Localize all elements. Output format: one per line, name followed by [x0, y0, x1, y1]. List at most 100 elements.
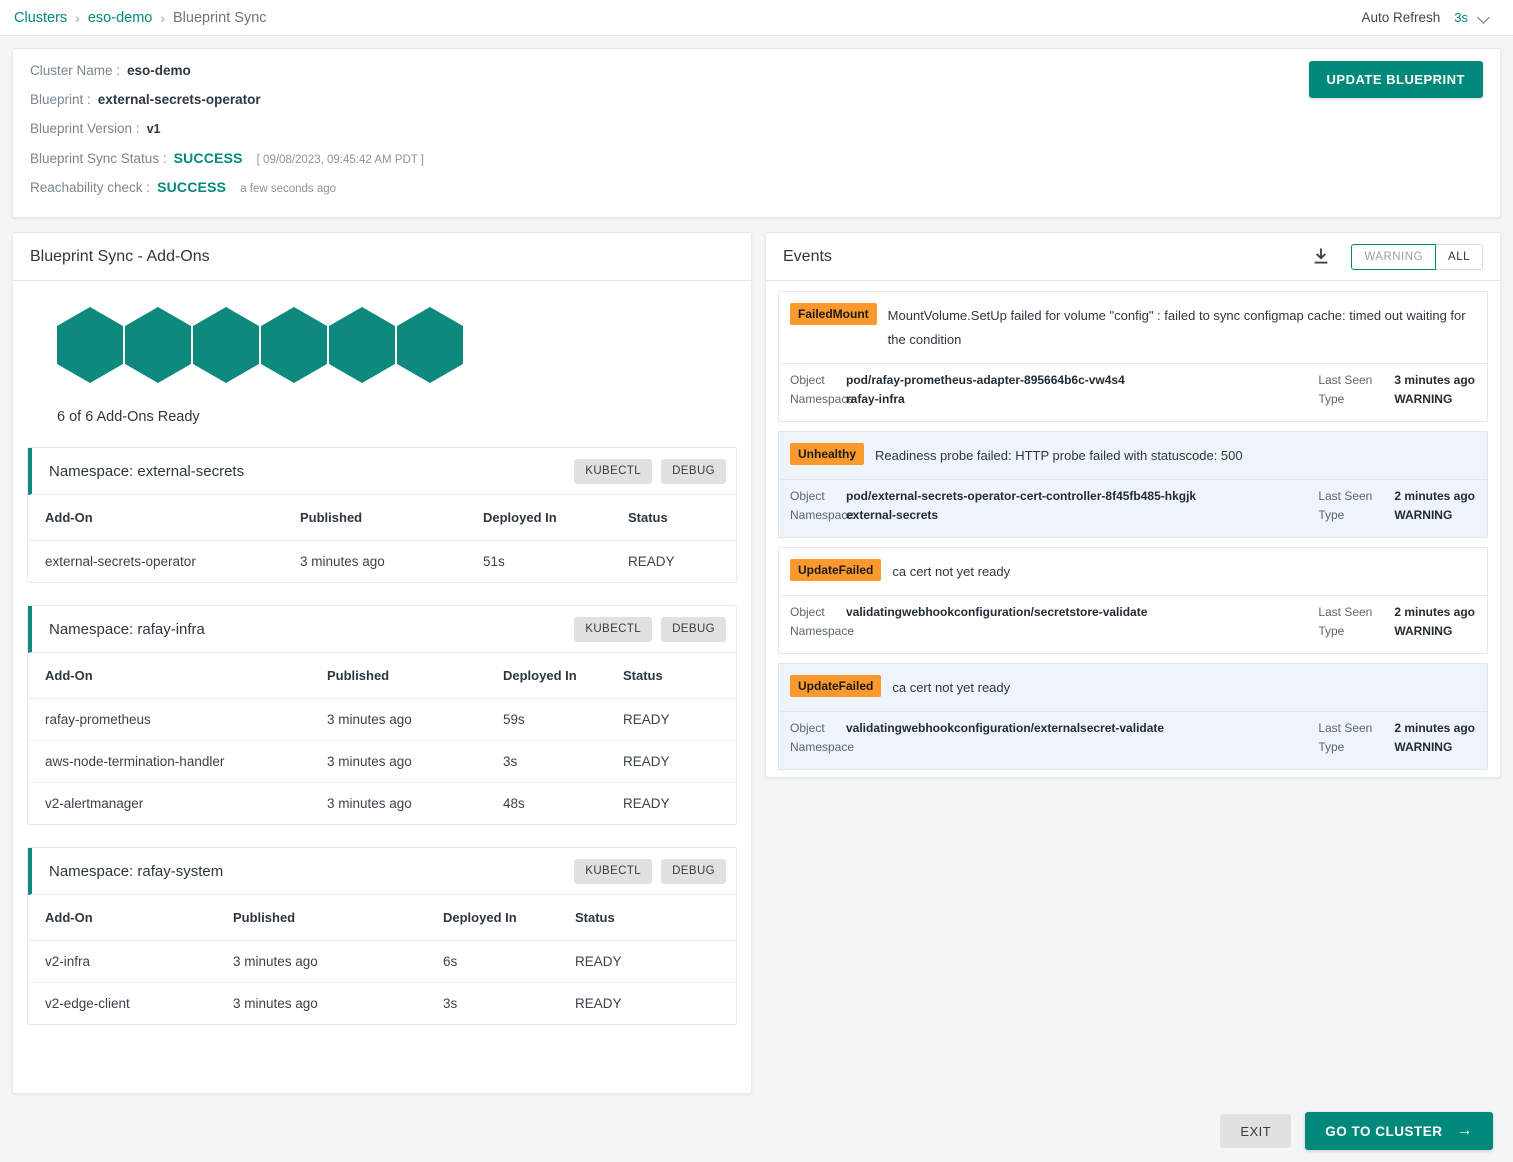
event-object-value: pod/rafay-prometheus-adapter-895664b6c-v…	[846, 373, 1125, 387]
arrow-right-icon: →	[1456, 1122, 1473, 1139]
blueprint-version-value: v1	[146, 122, 161, 136]
namespace-header: Namespace: rafay-infra KUBECTL DEBUG	[28, 606, 736, 653]
cluster-name-row: Cluster Name : eso-demo	[30, 63, 1500, 92]
addon-hexagon	[329, 307, 395, 383]
addons-table: Add-On Published Deployed In Status external…	[28, 495, 736, 582]
events-list: FailedMount MountVolume.SetUp failed for …	[766, 281, 1500, 791]
addon-name: v2-edge-client	[45, 996, 130, 1011]
kubectl-button[interactable]: KUBECTL	[574, 458, 653, 484]
event-type-value: WARNING	[1394, 392, 1453, 406]
event-namespace-label: Namespace	[790, 392, 855, 406]
table-row: external-secrets-operator 3 minutes ago 51…	[28, 541, 736, 583]
namespace-actions: KUBECTL DEBUG	[574, 616, 726, 642]
auto-refresh-value: 3s	[1454, 10, 1468, 25]
events-filter-all[interactable]: ALL	[1436, 243, 1483, 270]
event-type-label: Type	[1318, 740, 1345, 754]
addon-hexagon	[125, 307, 191, 383]
event-meta-row: Object pod/external-secrets-operator-cert…	[779, 479, 1487, 537]
column-header: Published	[300, 495, 483, 541]
event-message-text: MountVolume.SetUp failed for volume "con…	[887, 308, 1466, 347]
event-type-value: WARNING	[1394, 508, 1453, 522]
event-object: Object pod/rafay-prometheus-adapter-89566…	[790, 373, 1310, 392]
update-blueprint-button[interactable]: UPDATE BLUEPRINT	[1308, 61, 1483, 98]
breadcrumb-clusters[interactable]: Clusters	[14, 10, 67, 26]
debug-button[interactable]: DEBUG	[661, 458, 726, 484]
namespace-title: Namespace: rafay-system	[49, 862, 224, 880]
addon-name: v2-infra	[28, 940, 233, 983]
event-message-row: UpdateFailed ca cert not yet ready	[779, 548, 1487, 595]
chevron-down-icon[interactable]	[1479, 12, 1491, 24]
column-header: Add-On	[28, 895, 233, 941]
event-card[interactable]: UpdateFailed ca cert not yet ready Object v…	[778, 547, 1488, 654]
column-header: Published	[327, 653, 503, 699]
event-type-label: Type	[1318, 392, 1345, 406]
event-type-label: Type	[1318, 624, 1345, 638]
event-reason-badge: FailedMount	[790, 303, 877, 325]
event-namespace: Namespace rafay-infra	[790, 392, 1310, 411]
addon-name: rafay-prometheus	[28, 698, 327, 741]
event-card[interactable]: FailedMount MountVolume.SetUp failed for …	[778, 291, 1488, 422]
addons-table: Add-On Published Deployed In Status v2-infra…	[28, 895, 736, 1024]
table-header-row: Add-On Published Deployed In Status	[28, 495, 736, 541]
addon-deployed-in: 3s	[443, 996, 458, 1011]
column-header: Deployed In	[483, 495, 628, 541]
kubectl-button[interactable]: KUBECTL	[574, 616, 653, 642]
cluster-name-value: eso-demo	[127, 63, 191, 78]
footer-actions: EXIT GO TO CLUSTER →	[0, 1100, 1513, 1162]
exit-button[interactable]: EXIT	[1220, 1114, 1292, 1148]
sync-status-label: Blueprint Sync Status :	[30, 151, 167, 166]
events-toolbar: WARNING ALL	[1311, 243, 1483, 270]
namespace-block: Namespace: rafay-infra KUBECTL DEBUG Add-On…	[27, 605, 737, 825]
download-icon[interactable]	[1311, 247, 1331, 267]
debug-button[interactable]: DEBUG	[661, 858, 726, 884]
event-message-text: ca cert not yet ready	[892, 680, 1011, 695]
addon-deployed-in: 59s	[503, 698, 623, 741]
events-filter-toggle[interactable]: WARNING ALL	[1351, 243, 1483, 270]
addon-published: 3 minutes ago	[327, 796, 412, 811]
addon-name: aws-node-termination-handler	[28, 740, 327, 783]
addon-deployed-in: 48s	[503, 796, 525, 811]
table-row: v2-alertmanager 3 minutes ago 48s READY	[28, 783, 736, 825]
addon-status: READY	[623, 740, 736, 783]
events-filter-warning[interactable]: WARNING	[1351, 243, 1437, 270]
event-message-text: ca cert not yet ready	[892, 564, 1011, 579]
event-card[interactable]: Unhealthy Readiness probe failed: HTTP pr…	[778, 431, 1488, 538]
event-type: Type WARNING	[1318, 740, 1475, 759]
event-reason-badge: Unhealthy	[790, 443, 865, 465]
namespace-header: Namespace: rafay-system KUBECTL DEBUG	[28, 848, 736, 895]
event-last-seen: Last Seen 2 minutes ago	[1318, 605, 1475, 624]
table-row: v2-infra 3 minutes ago 6s READY	[28, 940, 736, 983]
reachability-label: Reachability check :	[30, 180, 151, 195]
addons-hexagon-row	[27, 281, 737, 383]
debug-button[interactable]: DEBUG	[661, 616, 726, 642]
event-object-label: Object	[790, 489, 825, 503]
event-meta-row: Object validatingwebhookconfiguration/ext…	[779, 711, 1487, 769]
event-meta-right: Last Seen 2 minutes ago Type WARNING	[1318, 721, 1475, 759]
event-last-seen: Last Seen 2 minutes ago	[1318, 721, 1475, 740]
event-object-value: validatingwebhookconfiguration/secretsto…	[846, 605, 1148, 619]
column-header: Published	[233, 895, 443, 941]
event-card[interactable]: UpdateFailed ca cert not yet ready Object v…	[778, 663, 1488, 770]
namespace-header: Namespace: external-secrets KUBECTL DEBUG	[28, 448, 736, 495]
breadcrumb-cluster[interactable]: eso-demo	[88, 10, 152, 26]
event-last-seen: Last Seen 2 minutes ago	[1318, 489, 1475, 508]
go-to-cluster-button[interactable]: GO TO CLUSTER →	[1305, 1112, 1493, 1150]
event-message-row: FailedMount MountVolume.SetUp failed for …	[779, 292, 1487, 363]
addon-status: READY	[623, 698, 736, 741]
addon-published: 3 minutes ago	[327, 698, 503, 741]
kubectl-button[interactable]: KUBECTL	[574, 858, 653, 884]
event-last-seen-label: Last Seen	[1318, 373, 1373, 387]
addon-published: 3 minutes ago	[233, 940, 443, 983]
table-header-row: Add-On Published Deployed In Status	[28, 895, 736, 941]
event-object: Object pod/external-secrets-operator-cert…	[790, 489, 1310, 508]
addon-deployed-in: 51s	[483, 554, 505, 569]
addons-table: Add-On Published Deployed In Status rafay-pr…	[28, 653, 736, 824]
column-header: Deployed In	[503, 653, 623, 699]
addon-hexagon	[193, 307, 259, 383]
event-last-seen-label: Last Seen	[1318, 721, 1373, 735]
namespace-actions: KUBECTL DEBUG	[574, 858, 726, 884]
reachability-badge: SUCCESS	[157, 179, 227, 195]
breadcrumb: Clusters › eso-demo › Blueprint Sync	[14, 10, 267, 26]
breadcrumb-current: Blueprint Sync	[173, 9, 267, 26]
auto-refresh-control[interactable]: Auto Refresh 3s	[1361, 10, 1491, 25]
